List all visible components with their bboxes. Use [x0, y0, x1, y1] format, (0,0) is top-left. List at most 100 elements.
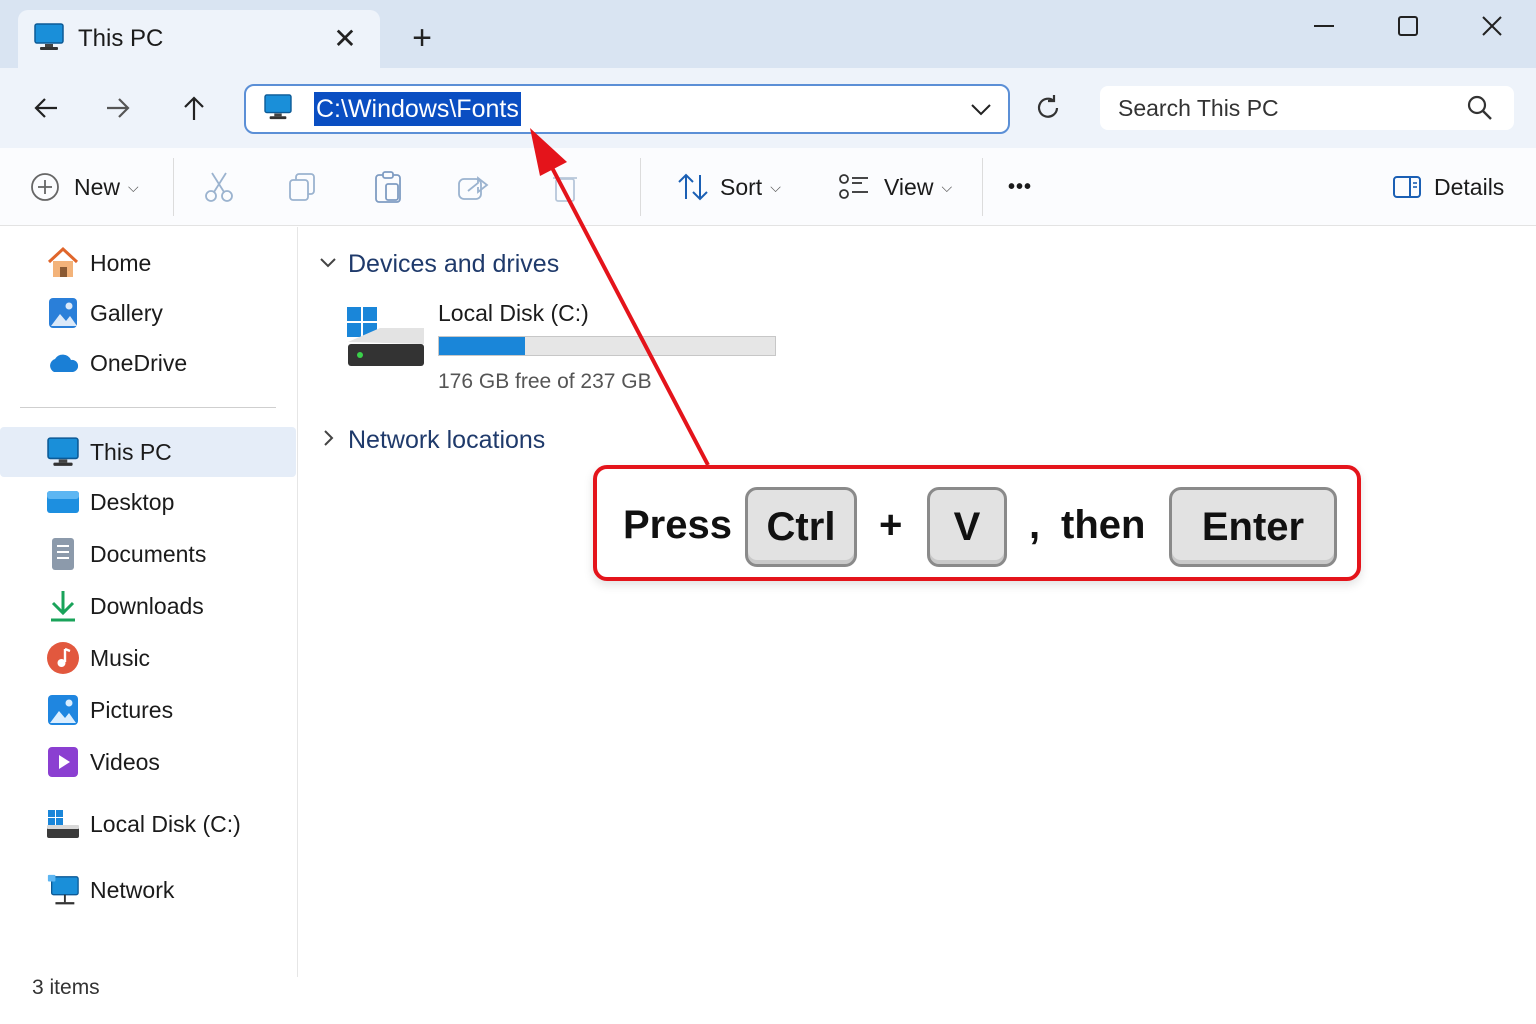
chevron-right-icon — [318, 428, 348, 453]
sidebar-item-music[interactable]: Music — [0, 633, 296, 683]
chevron-down-icon — [971, 104, 991, 116]
key-ctrl: Ctrl — [745, 487, 857, 567]
scissors-icon — [205, 172, 233, 202]
refresh-button[interactable] — [1030, 90, 1066, 126]
arrow-right-icon — [107, 98, 130, 118]
sidebar-item-gallery[interactable]: Gallery — [0, 288, 296, 338]
sort-label: Sort — [720, 173, 763, 200]
title-bar: This PC ✕ + — [0, 0, 1536, 68]
sidebar-item-label: Home — [90, 249, 152, 276]
instruction-callout: Press Ctrl + V , then Enter — [593, 465, 1361, 581]
callout-comma-text: , — [1029, 503, 1041, 547]
sidebar-item-onedrive[interactable]: OneDrive — [0, 338, 296, 388]
drive-name: Local Disk (C:) — [438, 300, 589, 326]
address-path[interactable]: C:\Windows\Fonts — [314, 92, 521, 126]
copy-button[interactable] — [286, 170, 320, 204]
maximize-icon — [1398, 16, 1418, 36]
network-icon — [46, 873, 80, 907]
drive-tile-local-disk[interactable]: Local Disk (C:) 176 GB free of 237 GB — [342, 300, 782, 400]
home-icon — [46, 246, 80, 280]
sidebar-item-desktop[interactable]: Desktop — [0, 477, 296, 527]
address-row: C:\Windows\Fonts Search This PC — [0, 68, 1536, 148]
music-icon — [46, 641, 80, 675]
new-label: New — [74, 173, 121, 200]
drive-usage-fill — [439, 337, 526, 355]
drive-usage-bar — [438, 336, 776, 356]
forward-button[interactable] — [96, 88, 140, 128]
sidebar-item-this-pc[interactable]: This PC — [0, 427, 296, 477]
downloads-icon — [46, 589, 80, 623]
sidebar-item-label: Local Disk (C:) — [90, 810, 241, 837]
address-dropdown-button[interactable] — [968, 96, 994, 127]
network-locations-header[interactable]: Network locations — [318, 426, 545, 455]
sidebar-item-label: Videos — [90, 748, 160, 775]
plus-circle-icon — [31, 173, 59, 201]
view-icon — [839, 174, 868, 199]
callout-press-text: Press — [623, 503, 732, 547]
key-v: V — [927, 487, 1007, 567]
more-options-button[interactable]: ••• — [1008, 148, 1032, 226]
minimize-button[interactable] — [1296, 6, 1352, 46]
details-pane-icon — [1393, 176, 1421, 198]
sidebar-item-videos[interactable]: Videos — [0, 737, 296, 787]
cut-button[interactable] — [202, 170, 236, 204]
pictures-icon — [46, 693, 80, 727]
sidebar-item-label: Network — [90, 876, 175, 903]
share-button[interactable] — [456, 170, 490, 204]
sidebar-item-documents[interactable]: Documents — [0, 529, 296, 579]
search-placeholder: Search This PC — [1118, 94, 1279, 121]
tab-title: This PC — [78, 25, 164, 52]
sidebar-item-pictures[interactable]: Pictures — [0, 685, 296, 735]
onedrive-icon — [46, 346, 80, 380]
sidebar-item-label: Pictures — [90, 696, 174, 723]
details-button[interactable]: Details — [1392, 148, 1504, 226]
delete-button[interactable] — [548, 170, 582, 204]
refresh-icon — [1037, 95, 1059, 118]
close-window-button[interactable] — [1464, 6, 1520, 46]
drive-free-space: 176 GB free of 237 GB — [438, 370, 652, 393]
key-enter: Enter — [1169, 487, 1337, 567]
sidebar-divider — [20, 407, 276, 408]
status-bar-item-count: 3 items — [32, 976, 100, 999]
local-disk-icon — [344, 304, 428, 375]
arrow-left-icon — [34, 98, 57, 118]
view-label: View — [884, 173, 934, 200]
toolbar-divider — [982, 158, 983, 216]
arrow-up-icon — [184, 96, 204, 120]
close-icon — [1482, 16, 1502, 36]
sidebar-item-network[interactable]: Network — [0, 865, 296, 915]
sidebar-item-home[interactable]: Home — [0, 238, 296, 288]
devices-and-drives-header[interactable]: Devices and drives — [318, 250, 559, 279]
sidebar-item-downloads[interactable]: Downloads — [0, 581, 296, 631]
up-button[interactable] — [172, 88, 216, 128]
sidebar-item-label: Gallery — [90, 299, 163, 326]
sidebar-item-label: OneDrive — [90, 349, 188, 376]
toolbar-divider — [173, 158, 174, 216]
new-button[interactable]: New ⌵ — [30, 148, 139, 226]
search-input[interactable]: Search This PC — [1100, 86, 1514, 130]
share-icon — [458, 176, 489, 200]
sort-icon — [678, 173, 708, 201]
address-bar[interactable]: C:\Windows\Fonts — [244, 84, 1010, 134]
new-tab-button[interactable]: + — [404, 20, 440, 56]
callout-then-text: then — [1061, 503, 1146, 547]
navigation-pane: Home Gallery OneDrive This PC Desktop Do… — [0, 227, 298, 977]
chevron-down-icon: ⌵ — [128, 178, 139, 195]
back-button[interactable] — [24, 88, 68, 128]
chevron-down-icon: ⌵ — [941, 178, 953, 195]
tab-this-pc[interactable]: This PC ✕ — [18, 10, 380, 68]
search-icon[interactable] — [1466, 94, 1494, 128]
paste-button[interactable] — [372, 170, 406, 204]
videos-icon — [46, 745, 80, 779]
maximize-button[interactable] — [1380, 6, 1436, 46]
paste-icon — [375, 171, 401, 203]
sort-button[interactable]: Sort ⌵ — [676, 148, 781, 226]
section-title: Network locations — [348, 426, 546, 454]
sidebar-item-local-disk[interactable]: Local Disk (C:) — [0, 799, 296, 849]
copy-icon — [289, 173, 315, 201]
view-button[interactable]: View ⌵ — [838, 148, 952, 226]
sidebar-item-label: Desktop — [90, 488, 175, 515]
documents-icon — [46, 537, 80, 571]
close-tab-button[interactable]: ✕ — [330, 22, 360, 55]
chevron-down-icon — [318, 252, 348, 277]
